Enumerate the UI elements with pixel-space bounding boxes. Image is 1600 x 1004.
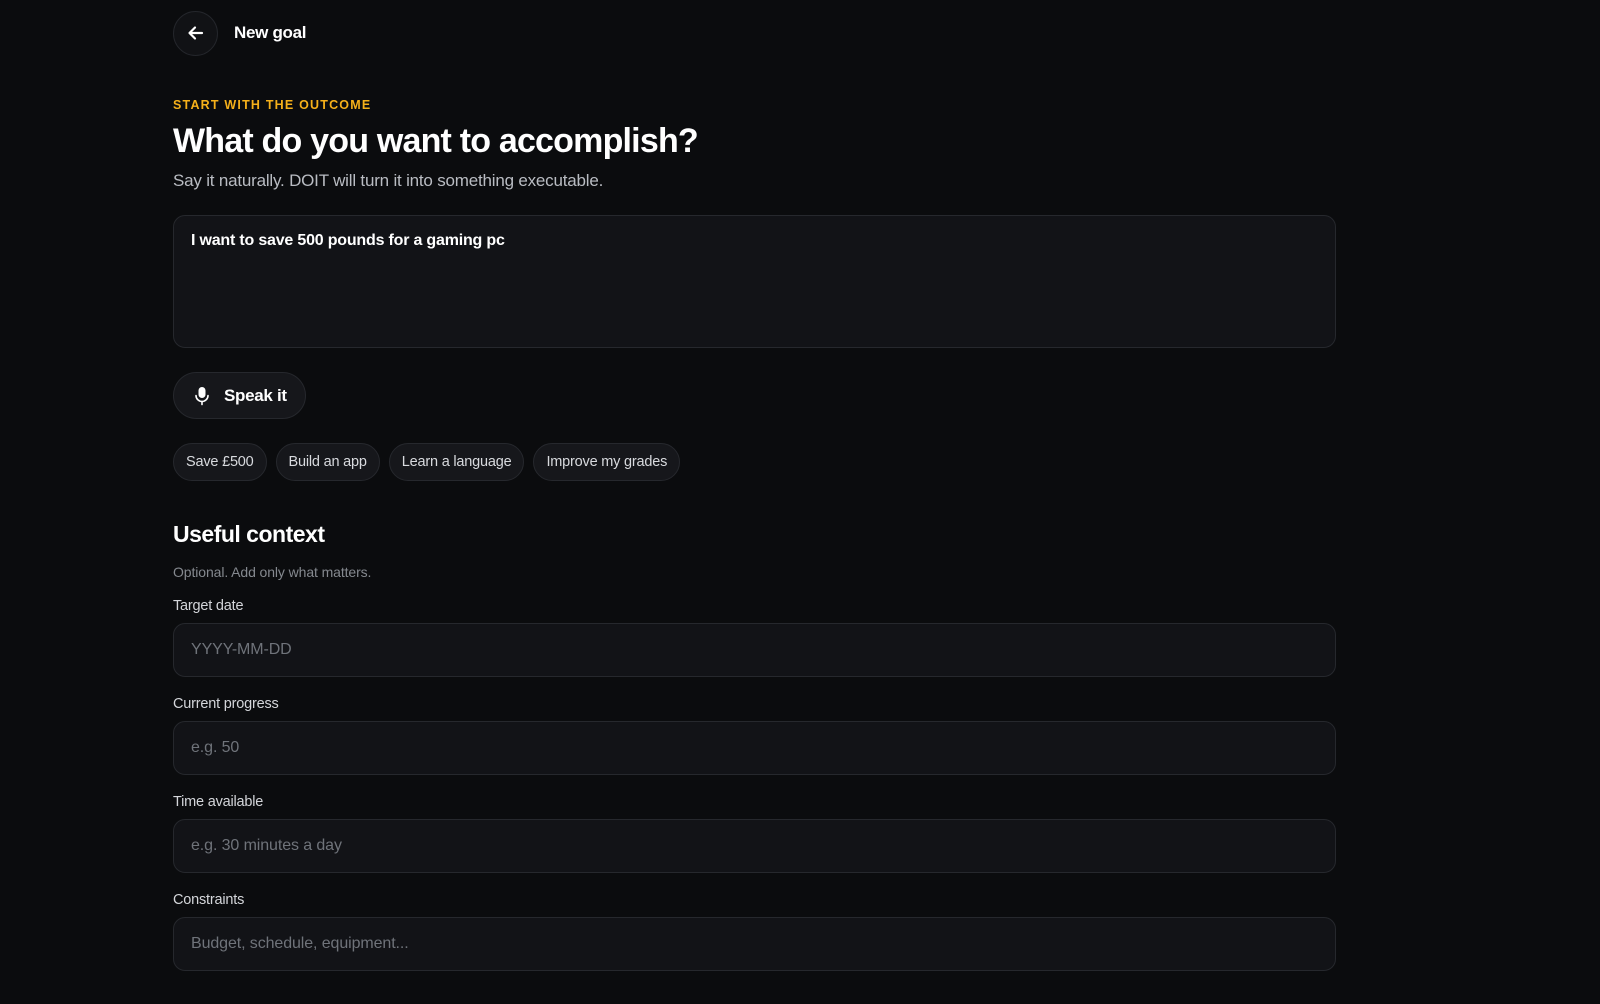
context-section-title: Useful context bbox=[173, 521, 325, 548]
eyebrow-label: START WITH THE OUTCOME bbox=[173, 98, 372, 112]
current-progress-placeholder: e.g. 50 bbox=[191, 739, 240, 757]
constraints-placeholder: Budget, schedule, equipment... bbox=[191, 935, 409, 953]
current-progress-label: Current progress bbox=[173, 696, 279, 713]
goal-text: I want to save 500 pounds for a gaming p… bbox=[191, 232, 505, 250]
constraints-label: Constraints bbox=[173, 892, 245, 909]
suggestion-chip-improve-grades[interactable]: Improve my grades bbox=[533, 443, 681, 482]
back-button[interactable] bbox=[173, 10, 218, 56]
target-date-placeholder: YYYY-MM-DD bbox=[191, 641, 292, 659]
target-date-input[interactable]: YYYY-MM-DD bbox=[173, 623, 1336, 678]
time-available-input[interactable]: e.g. 30 minutes a day bbox=[173, 819, 1336, 874]
main-subtitle: Say it naturally. DOIT will turn it into… bbox=[173, 171, 604, 191]
page-title: New goal bbox=[234, 23, 307, 42]
main-heading: What do you want to accomplish? bbox=[173, 122, 699, 160]
content-container: New goal START WITH THE OUTCOME What do … bbox=[173, 0, 1336, 972]
constraints-input[interactable]: Budget, schedule, equipment... bbox=[173, 917, 1336, 972]
arrow-left-icon bbox=[187, 26, 203, 40]
microphone-icon bbox=[195, 386, 209, 405]
suggestion-chips: Save £500 Build an app Learn a language … bbox=[173, 443, 1336, 482]
context-section-subtitle: Optional. Add only what matters. bbox=[173, 564, 372, 581]
constraints-field: Constraints Budget, schedule, equipment.… bbox=[173, 892, 1336, 972]
suggestion-chip-save[interactable]: Save £500 bbox=[173, 443, 267, 482]
target-date-label: Target date bbox=[173, 598, 244, 615]
goal-textarea[interactable]: I want to save 500 pounds for a gaming p… bbox=[173, 215, 1336, 349]
time-available-field: Time available e.g. 30 minutes a day bbox=[173, 794, 1336, 874]
current-progress-field: Current progress e.g. 50 bbox=[173, 696, 1336, 776]
new-goal-page: New goal START WITH THE OUTCOME What do … bbox=[0, 0, 1600, 1004]
page-header: New goal bbox=[173, 0, 1336, 66]
suggestion-chip-build-app[interactable]: Build an app bbox=[275, 443, 380, 482]
speak-it-label: Speak it bbox=[224, 385, 287, 405]
time-available-placeholder: e.g. 30 minutes a day bbox=[191, 837, 342, 855]
current-progress-input[interactable]: e.g. 50 bbox=[173, 721, 1336, 776]
suggestion-chip-learn-language[interactable]: Learn a language bbox=[388, 443, 525, 482]
speak-it-button[interactable]: Speak it bbox=[173, 372, 306, 420]
target-date-field: Target date YYYY-MM-DD bbox=[173, 598, 1336, 678]
time-available-label: Time available bbox=[173, 794, 264, 811]
